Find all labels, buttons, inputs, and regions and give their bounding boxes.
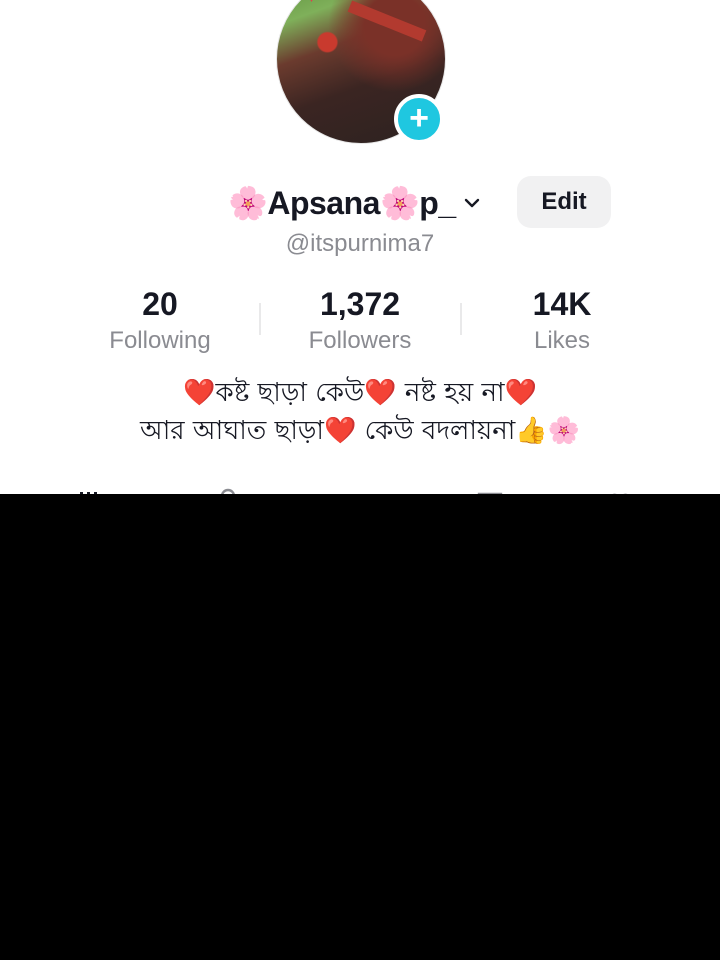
likes-stat[interactable]: 14K Likes	[472, 284, 652, 356]
plus-icon: +	[409, 99, 429, 137]
bio-line: ❤️কষ্ট ছাড়া কেউ❤️ নষ্ট হয় না❤️	[183, 378, 537, 408]
stat-divider	[259, 303, 261, 335]
stat-divider	[460, 303, 462, 335]
display-name: 🌸Apsana🌸p_	[228, 185, 456, 221]
profile-screen: ♥♥ + 🌸Apsana🌸p_ Edit @itspurnima7 20 Fol…	[0, 0, 720, 494]
profile-bio: ❤️কষ্ট ছাড়া কেউ❤️ নষ্ট হয় না❤️ আর আঘাত…	[0, 374, 720, 450]
lock-icon[interactable]	[214, 486, 242, 494]
followers-label: Followers	[308, 327, 412, 354]
chevron-down-icon	[464, 198, 479, 208]
avatar-ribbon-decoration	[347, 0, 427, 42]
add-story-button[interactable]: +	[394, 94, 444, 144]
grid-icon[interactable]	[78, 486, 106, 494]
bookmark-icon[interactable]	[476, 486, 504, 494]
username-handle: @itspurnima7	[285, 230, 435, 257]
avatar-hearts-decoration: ♥♥	[291, 0, 324, 5]
following-stat[interactable]: 20 Following	[70, 284, 250, 356]
repost-icon[interactable]	[340, 486, 368, 494]
followers-stat[interactable]: 1,372 Followers	[270, 284, 450, 356]
following-count: 20	[142, 286, 178, 322]
likes-count: 14K	[532, 286, 592, 322]
bio-line: আর আঘাত ছাড়া❤️ কেউ বদলায়না👍🌸	[139, 416, 581, 446]
profile-tab-bar	[0, 482, 720, 494]
display-name-row[interactable]: 🌸Apsana🌸p_	[228, 180, 482, 226]
heart-icon[interactable]	[606, 486, 634, 494]
following-label: Following	[109, 327, 211, 354]
edit-profile-button[interactable]: Edit	[517, 176, 611, 228]
followers-count: 1,372	[319, 286, 401, 322]
likes-label: Likes	[533, 327, 591, 354]
